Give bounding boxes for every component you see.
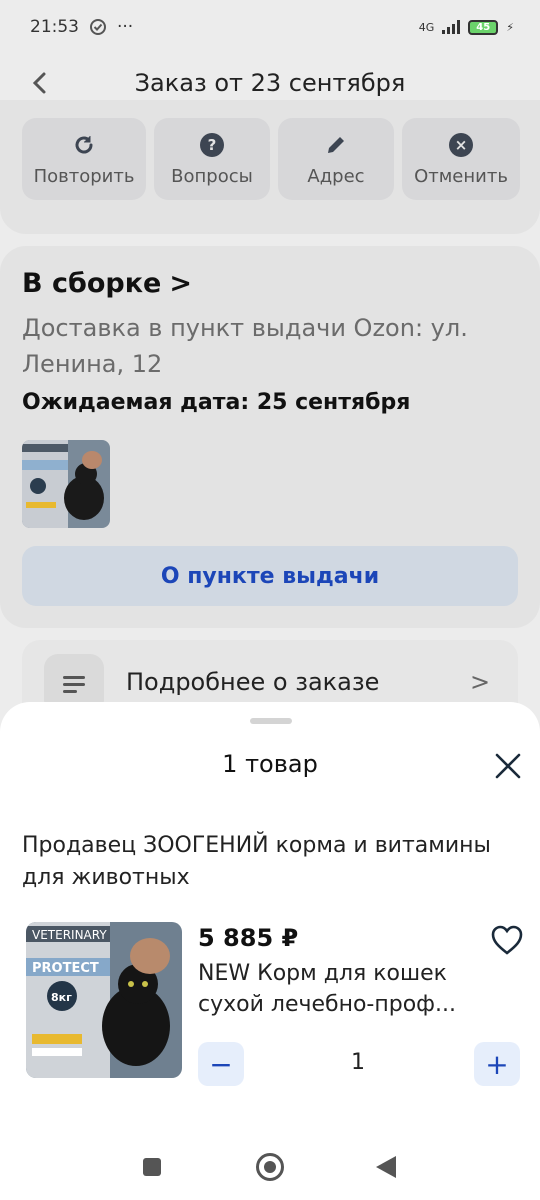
status-bar: 21:53 ··· 4G 45 ⚡ — [0, 0, 540, 54]
quantity-decrease-button[interactable]: − — [198, 1042, 244, 1086]
order-status-label: В сборке — [22, 268, 162, 299]
status-time: 21:53 — [30, 17, 79, 37]
favorite-button[interactable] — [490, 924, 524, 956]
image-weight-text: 8кг — [51, 991, 72, 1004]
check-circle-icon — [90, 19, 106, 35]
more-dots-icon: ··· — [117, 17, 134, 37]
image-brand-text: PROTECT — [32, 961, 99, 976]
product-image[interactable]: VETERINARY PROTECT 8кг — [26, 922, 182, 1078]
quantity-increase-button[interactable]: + — [474, 1042, 520, 1086]
address-button[interactable]: Адрес — [278, 118, 394, 200]
chevron-left-icon — [32, 72, 46, 94]
minus-icon: − — [209, 1047, 233, 1081]
sheet-drag-handle[interactable] — [250, 718, 292, 724]
sheet-title: 1 товар — [222, 750, 318, 778]
plus-icon: + — [485, 1047, 509, 1081]
recent-apps-button[interactable] — [143, 1158, 161, 1176]
chevron-right-icon: > — [470, 668, 491, 696]
chevron-right-icon: > — [169, 268, 192, 299]
image-veterinary-text: VETERINARY — [32, 928, 107, 942]
repeat-icon — [71, 132, 97, 158]
product-thumbnail[interactable] — [22, 440, 110, 528]
system-back-button[interactable] — [376, 1156, 396, 1178]
home-button[interactable] — [256, 1153, 284, 1181]
address-label: Адрес — [307, 165, 365, 187]
page-title: Заказ от 23 сентября — [134, 69, 406, 97]
product-name[interactable]: NEW Корм для кошек сухой лечебно-проф... — [198, 958, 498, 1020]
signal-icon — [442, 20, 461, 34]
delivery-address: Доставка в пункт выдачи Ozon: ул. Ленина… — [22, 314, 468, 378]
cancel-label: Отменить — [414, 165, 508, 187]
product-price: 5 885 ₽ — [198, 924, 299, 952]
repeat-button[interactable]: Повторить — [22, 118, 146, 200]
pickup-point-button[interactable]: О пункте выдачи — [22, 546, 518, 606]
questions-button[interactable]: ? Вопросы — [154, 118, 270, 200]
cancel-order-button[interactable]: × Отменить — [402, 118, 520, 200]
questions-label: Вопросы — [171, 165, 253, 187]
order-status-title[interactable]: В сборке > — [22, 268, 192, 299]
quantity-value: 1 — [351, 1050, 365, 1075]
battery-icon: 45 — [468, 19, 499, 35]
close-icon — [495, 753, 521, 779]
question-icon: ? — [199, 132, 225, 158]
order-details-label: Подробнее о заказе — [126, 668, 380, 696]
back-button[interactable] — [26, 68, 52, 98]
charging-icon: ⚡ — [506, 20, 514, 34]
expected-date: Ожидаемая дата: 25 сентября — [22, 390, 411, 415]
heart-icon — [491, 925, 523, 955]
actions-row: Повторить ? Вопросы Адрес × Отменить — [22, 118, 520, 200]
seller-name[interactable]: Продавец ЗООГЕНИЙ корма и витамины для ж… — [22, 830, 502, 894]
repeat-label: Повторить — [33, 165, 135, 187]
cancel-icon: × — [448, 132, 474, 158]
network-label: 4G — [418, 20, 435, 34]
close-button[interactable] — [492, 750, 524, 782]
pencil-icon — [323, 132, 349, 158]
